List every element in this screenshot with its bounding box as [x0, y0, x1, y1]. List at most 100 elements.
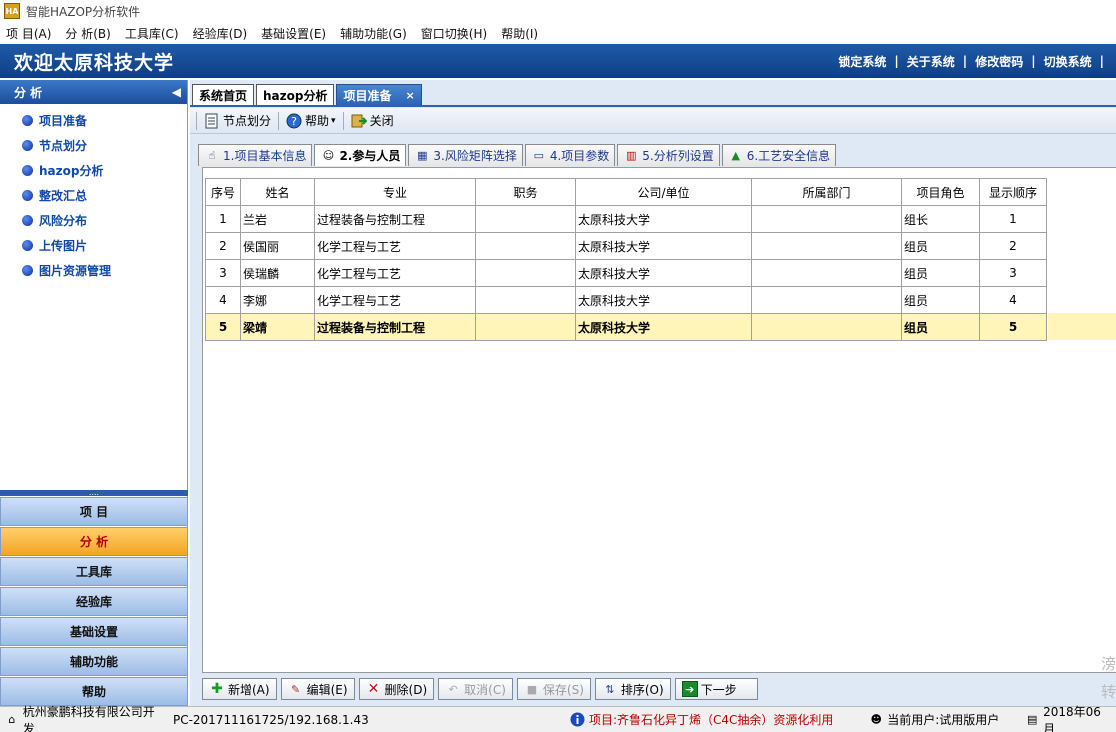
sort-button[interactable]: ⇅ 排序(O) [594, 678, 671, 700]
sidebar-item-project-prep[interactable]: 项目准备 [0, 108, 187, 133]
subtab-participants[interactable]: ☺ 2.参与人员 [314, 144, 407, 166]
edit-button[interactable]: ✎ 编辑(E) [280, 678, 355, 700]
cell-position[interactable] [475, 313, 576, 341]
close-button[interactable]: 关闭 [346, 110, 399, 132]
cell-position[interactable] [475, 286, 576, 314]
cell-name[interactable]: 李娜 [240, 286, 315, 314]
subtab-analysis-columns[interactable]: ▥ 5.分析列设置 [617, 144, 720, 166]
nav-analysis[interactable]: 分 析 [0, 527, 188, 556]
subtab-risk-matrix[interactable]: ▦ 3.风险矩阵选择 [408, 144, 523, 166]
cell-company[interactable]: 太原科技大学 [575, 232, 752, 260]
cell-index[interactable]: 3 [205, 259, 241, 287]
add-button[interactable]: ✚ 新增(A) [202, 678, 277, 700]
cell-role[interactable]: 组员 [901, 313, 980, 341]
cell-department[interactable] [751, 205, 902, 233]
menu-tools[interactable]: 工具库(C) [125, 25, 179, 42]
cell-major[interactable]: 化学工程与工艺 [314, 286, 476, 314]
menu-project[interactable]: 项 目(A) [6, 25, 51, 42]
cancel-button[interactable]: ↶ 取消(C) [438, 678, 513, 700]
table-row[interactable]: 3 侯瑞麟 化学工程与工艺 太原科技大学 组员 3 [205, 259, 1047, 287]
subtab-project-params[interactable]: ▭ 4.项目参数 [524, 144, 616, 166]
cell-order[interactable]: 3 [979, 259, 1047, 287]
col-header-major[interactable]: 专业 [314, 178, 476, 206]
save-button[interactable]: ■ 保存(S) [516, 678, 591, 700]
menu-window-switch[interactable]: 窗口切换(H) [421, 25, 487, 42]
subtab-process-safety[interactable]: ▲ 6.工艺安全信息 [721, 144, 837, 166]
sidebar-item-node-split[interactable]: 节点划分 [0, 133, 187, 158]
col-header-company[interactable]: 公司/单位 [575, 178, 752, 206]
nav-experience[interactable]: 经验库 [0, 587, 188, 616]
switch-system-link[interactable]: 切换系统 [1044, 53, 1092, 70]
nav-tools[interactable]: 工具库 [0, 557, 188, 586]
col-header-department[interactable]: 所属部门 [751, 178, 902, 206]
cell-major[interactable]: 过程装备与控制工程 [314, 205, 476, 233]
sidebar-splitter[interactable]: .... [0, 489, 188, 497]
cell-major[interactable]: 化学工程与工艺 [314, 232, 476, 260]
sidebar-item-risk-distribution[interactable]: 风险分布 [0, 208, 187, 233]
cell-index[interactable]: 4 [205, 286, 241, 314]
collapse-sidebar-icon[interactable]: ◀ [172, 85, 181, 99]
tab-project-prep[interactable]: 项目准备 × [336, 84, 422, 106]
cell-index[interactable]: 5 [205, 313, 241, 341]
cell-role[interactable]: 组长 [901, 205, 980, 233]
close-tab-icon[interactable]: × [406, 89, 415, 102]
cell-order[interactable]: 4 [979, 286, 1047, 314]
cell-company[interactable]: 太原科技大学 [575, 259, 752, 287]
sidebar-item-image-resources[interactable]: 图片资源管理 [0, 258, 187, 283]
cell-company[interactable]: 太原科技大学 [575, 313, 752, 341]
cell-department[interactable] [751, 286, 902, 314]
cell-major[interactable]: 过程装备与控制工程 [314, 313, 476, 341]
menu-auxiliary[interactable]: 辅助功能(G) [340, 25, 407, 42]
sidebar-item-upload-image[interactable]: 上传图片 [0, 233, 187, 258]
cell-position[interactable] [475, 259, 576, 287]
cell-role[interactable]: 组员 [901, 259, 980, 287]
cell-role[interactable]: 组员 [901, 286, 980, 314]
nav-basic-settings[interactable]: 基础设置 [0, 617, 188, 646]
cell-major[interactable]: 化学工程与工艺 [314, 259, 476, 287]
cell-index[interactable]: 1 [205, 205, 241, 233]
table-row-selected[interactable]: 5 梁靖 过程装备与控制工程 太原科技大学 组员 5 [205, 313, 1047, 341]
cell-company[interactable]: 太原科技大学 [575, 286, 752, 314]
table-row[interactable]: 2 侯国丽 化学工程与工艺 太原科技大学 组员 2 [205, 232, 1047, 260]
change-password-link[interactable]: 修改密码 [975, 53, 1023, 70]
cell-department[interactable] [751, 313, 902, 341]
tab-hazop-analysis[interactable]: hazop分析 [256, 84, 335, 106]
nav-project[interactable]: 项 目 [0, 497, 188, 526]
table-row[interactable]: 4 李娜 化学工程与工艺 太原科技大学 组员 4 [205, 286, 1047, 314]
cell-position[interactable] [475, 205, 576, 233]
cell-name[interactable]: 梁靖 [240, 313, 315, 341]
cell-name[interactable]: 兰岩 [240, 205, 315, 233]
subtab-basic-info[interactable]: ☝ 1.项目基本信息 [198, 144, 313, 166]
cell-department[interactable] [751, 259, 902, 287]
col-header-position[interactable]: 职务 [475, 178, 576, 206]
cell-index[interactable]: 2 [205, 232, 241, 260]
cell-company[interactable]: 太原科技大学 [575, 205, 752, 233]
menu-help[interactable]: 帮助(I) [501, 25, 538, 42]
menu-analysis[interactable]: 分 析(B) [65, 25, 110, 42]
next-step-button[interactable]: ➔ 下一步 [674, 678, 758, 700]
cell-position[interactable] [475, 232, 576, 260]
cell-department[interactable] [751, 232, 902, 260]
about-system-link[interactable]: 关于系统 [907, 53, 955, 70]
cell-name[interactable]: 侯瑞麟 [240, 259, 315, 287]
menu-experience[interactable]: 经验库(D) [193, 25, 248, 42]
node-split-button[interactable]: 节点划分 [199, 110, 276, 132]
col-header-role[interactable]: 项目角色 [901, 178, 980, 206]
col-header-index[interactable]: 序号 [205, 178, 241, 206]
col-header-name[interactable]: 姓名 [240, 178, 315, 206]
cell-order[interactable]: 1 [979, 205, 1047, 233]
cell-role[interactable]: 组员 [901, 232, 980, 260]
sidebar-item-rectification-summary[interactable]: 整改汇总 [0, 183, 187, 208]
cell-order[interactable]: 5 [979, 313, 1047, 341]
delete-button[interactable]: ✕ 删除(D) [358, 678, 435, 700]
menu-basic-settings[interactable]: 基础设置(E) [261, 25, 326, 42]
cell-name[interactable]: 侯国丽 [240, 232, 315, 260]
tab-system-home[interactable]: 系统首页 [192, 84, 255, 106]
col-header-order[interactable]: 显示顺序 [979, 178, 1047, 206]
help-dropdown-button[interactable]: ? 帮助 ▾ [281, 110, 341, 132]
table-row[interactable]: 1 兰岩 过程装备与控制工程 太原科技大学 组长 1 [205, 205, 1047, 233]
nav-auxiliary[interactable]: 辅助功能 [0, 647, 188, 676]
lock-system-link[interactable]: 锁定系统 [838, 53, 886, 70]
cell-order[interactable]: 2 [979, 232, 1047, 260]
sidebar-item-hazop-analysis[interactable]: hazop分析 [0, 158, 187, 183]
